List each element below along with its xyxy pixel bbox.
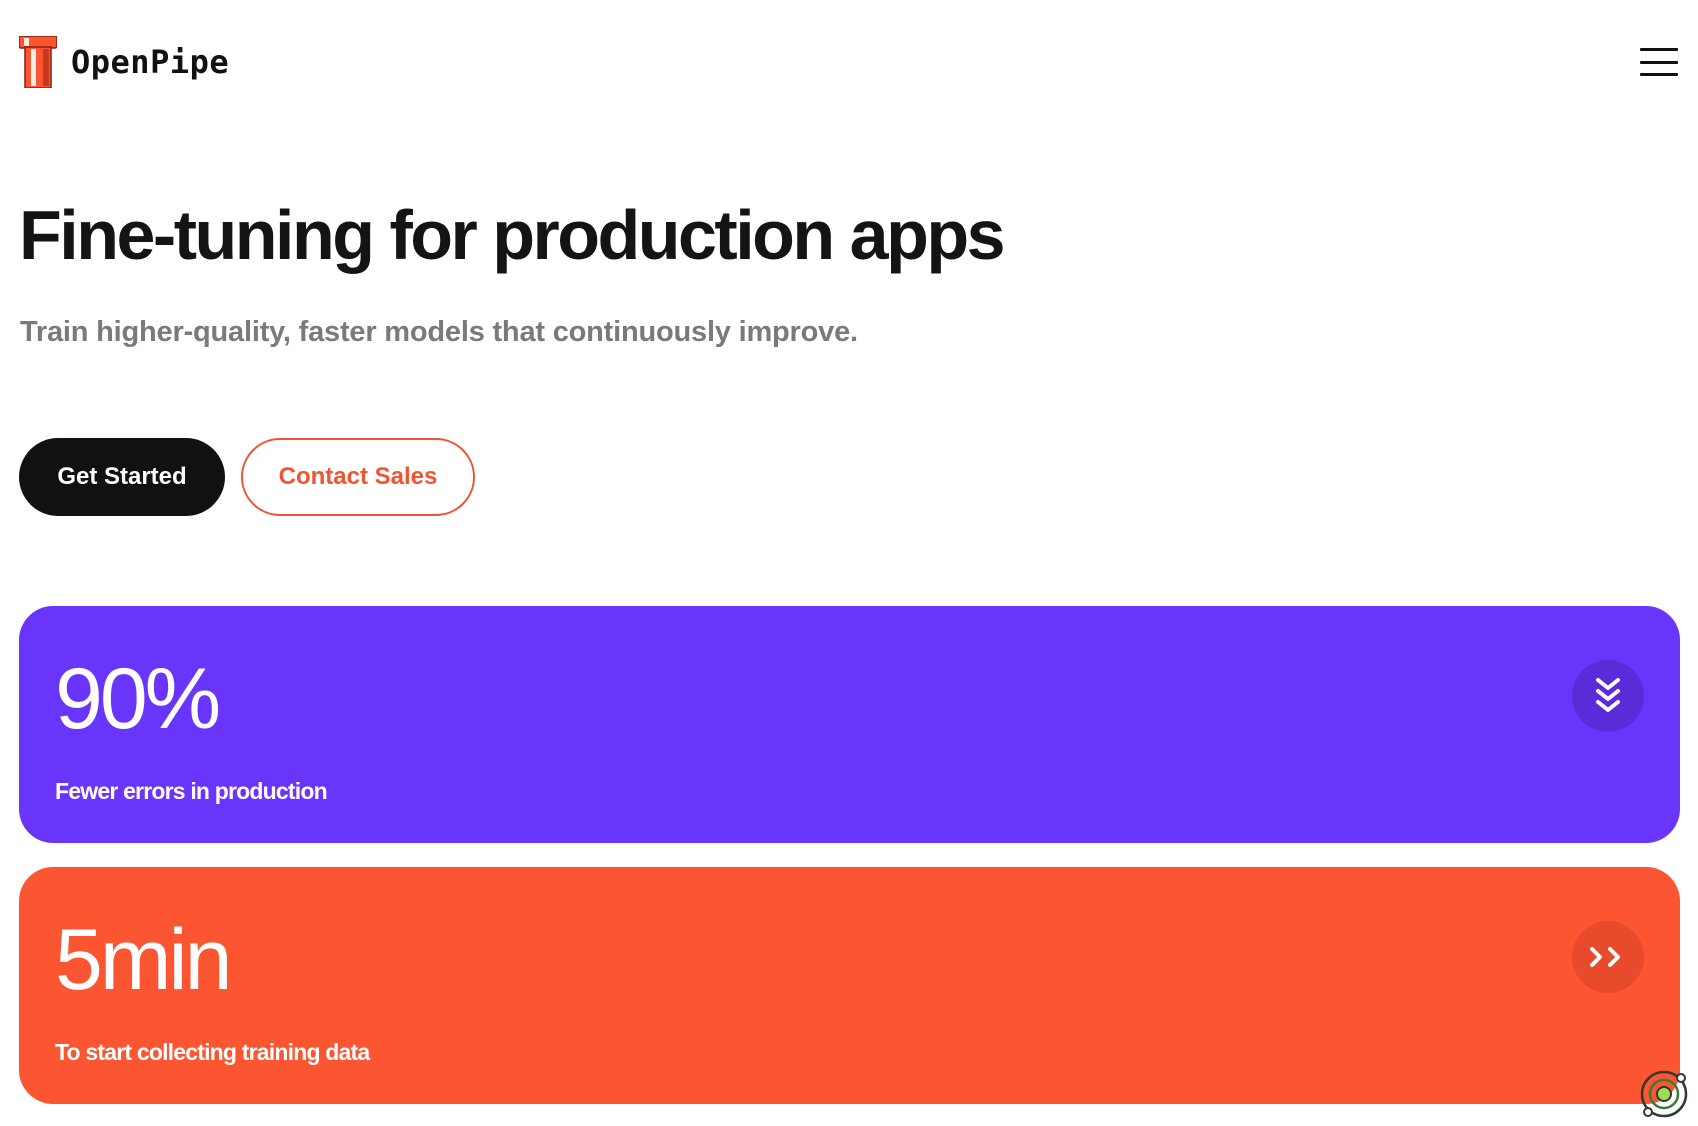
site-header: OpenPipe xyxy=(19,36,1678,88)
hamburger-menu-icon xyxy=(1640,48,1678,51)
brand-home-link[interactable]: OpenPipe xyxy=(19,36,229,88)
assistant-widget-icon[interactable] xyxy=(1638,1068,1690,1120)
cta-row: Get Started Contact Sales xyxy=(19,438,475,516)
hamburger-menu-button[interactable] xyxy=(1640,46,1678,78)
stat-label: To start collecting training data xyxy=(55,1039,370,1065)
hero-title: Fine-tuning for production apps xyxy=(19,196,1006,274)
stat-card-setup-time: 5min To start collecting training data xyxy=(19,867,1680,1104)
hero-subtitle: Train higher-quality, faster models that… xyxy=(20,316,858,348)
pipe-logo-icon xyxy=(19,36,57,88)
stat-card-errors: 90% Fewer errors in production xyxy=(19,606,1680,843)
stat-label: Fewer errors in production xyxy=(55,778,328,804)
page: OpenPipe Fine-tuning for production apps… xyxy=(0,0,1698,1126)
hamburger-menu-icon-bar xyxy=(1640,60,1678,64)
double-chevron-down-icon xyxy=(1572,660,1644,732)
double-chevron-right-icon xyxy=(1572,921,1644,993)
hamburger-menu-icon-bar xyxy=(1640,73,1678,76)
stat-value: 5min xyxy=(55,912,232,1008)
brand-name: OpenPipe xyxy=(71,43,230,81)
get-started-button[interactable]: Get Started xyxy=(19,438,225,516)
contact-sales-button[interactable]: Contact Sales xyxy=(241,438,475,516)
stat-value: 90% xyxy=(55,651,221,747)
